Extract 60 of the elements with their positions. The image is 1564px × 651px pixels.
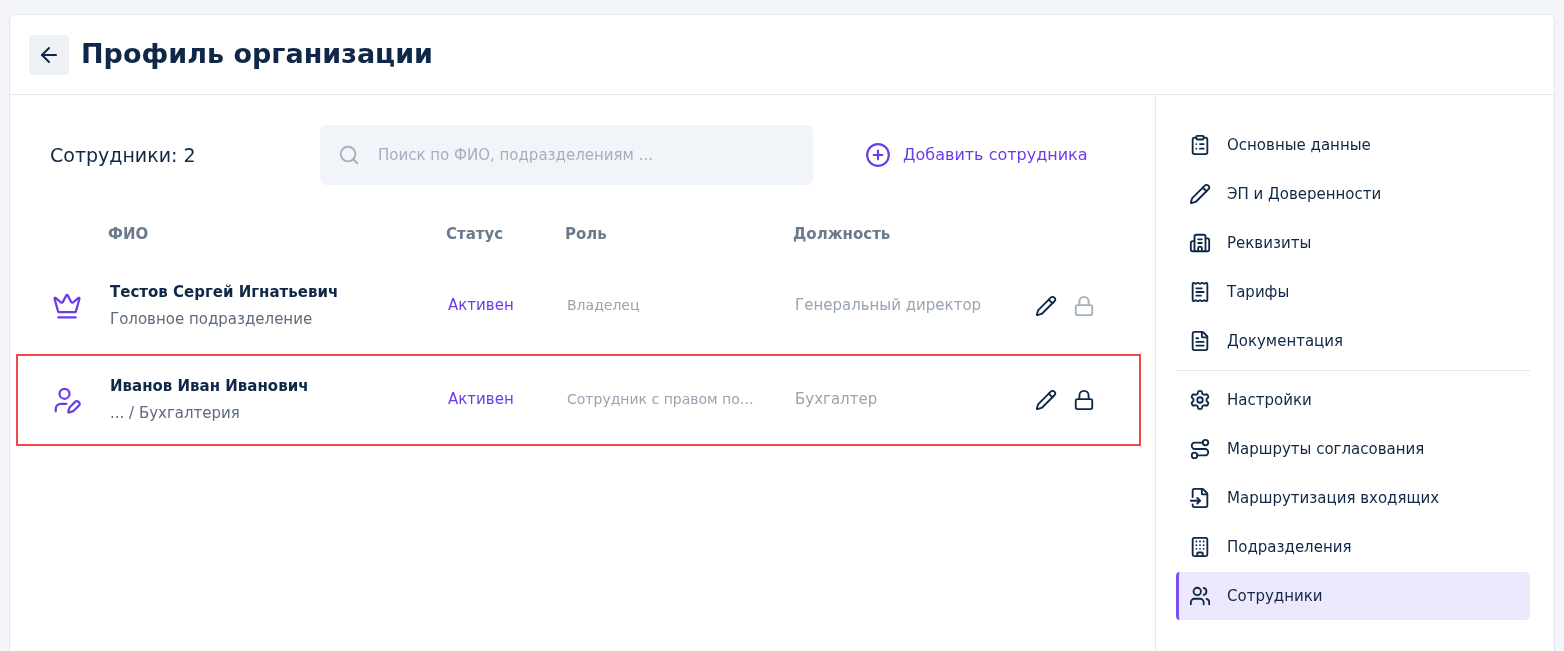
- settings-icon: [1189, 389, 1211, 411]
- document-icon: [1189, 330, 1211, 352]
- plus-circle-icon: [865, 142, 891, 168]
- employee-name: Иванов Иван Иванович: [110, 376, 310, 397]
- receipt-icon: [1189, 281, 1211, 303]
- sidebar-item[interactable]: Сотрудники: [1176, 572, 1530, 620]
- pencil-icon: [1035, 388, 1057, 411]
- table-row[interactable]: Тестов Сергей Игнатьевич Головное подразделение Активен Владелец Генеральный директор: [16, 265, 1141, 346]
- sidebar-item[interactable]: ЭП и Доверенности: [1176, 170, 1530, 218]
- add-employee-button[interactable]: Добавить сотрудника: [865, 142, 1088, 168]
- sidebar-item-label: Настройки: [1227, 390, 1313, 411]
- edit-button[interactable]: [1035, 294, 1057, 317]
- file-import-icon: [1189, 487, 1211, 509]
- pencil-icon: [1189, 183, 1211, 205]
- employee-name: Тестов Сергей Игнатьевич: [110, 282, 340, 303]
- page-title: Профиль организации: [81, 37, 433, 72]
- sidebar-item-label: Тарифы: [1227, 282, 1291, 303]
- lock-button[interactable]: [1073, 388, 1095, 411]
- role-text: Сотрудник с правом по…: [567, 390, 755, 409]
- sidebar-item-label: Основные данные: [1227, 135, 1372, 156]
- sidebar-item-label: Сотрудники: [1227, 586, 1324, 607]
- lock-icon: [1073, 388, 1095, 411]
- sidebar-item-label: Реквизиты: [1227, 233, 1313, 254]
- sidebar-item[interactable]: Основные данные: [1176, 121, 1530, 169]
- position-text: Бухгалтер: [795, 389, 879, 411]
- department-name: Головное подразделение: [110, 308, 314, 330]
- status-text: Активен: [448, 295, 515, 317]
- position-text: Генеральный директор: [795, 295, 983, 317]
- sidebar-item-label: Подразделения: [1227, 537, 1353, 558]
- sidebar-item-label: Маршруты согласования: [1227, 439, 1426, 460]
- column-header: Статус: [446, 224, 505, 245]
- search-field[interactable]: Поиск по ФИО, подразделениям ...: [320, 125, 813, 185]
- office-building-icon: [1189, 536, 1211, 558]
- back-button[interactable]: [29, 34, 69, 75]
- department-name: ... / Бухгалтерия: [110, 402, 241, 424]
- sidebar-item[interactable]: Реквизиты: [1176, 219, 1530, 267]
- pencil-icon: [1035, 294, 1057, 317]
- sidebar-item[interactable]: Тарифы: [1176, 268, 1530, 316]
- sidebar-item-label: Маршрутизация входящих: [1227, 488, 1441, 509]
- column-header: Роль: [565, 224, 608, 245]
- sidebar-item[interactable]: Документация: [1176, 317, 1530, 365]
- status-text: Активен: [448, 389, 515, 411]
- sidebar-item[interactable]: Маршруты согласования: [1176, 425, 1530, 473]
- search-icon: [338, 144, 360, 166]
- column-header: Должность: [793, 224, 892, 245]
- sidebar-item-label: Документация: [1227, 331, 1345, 352]
- highlighted-table-row[interactable]: Иванов Иван Иванович ... / Бухгалтерия Активен Сотрудник с правом по… Бухгалтер: [16, 353, 1141, 446]
- lock-icon: [1073, 294, 1095, 317]
- sidebar-item[interactable]: Подразделения: [1176, 523, 1530, 571]
- sidebar-item-label: ЭП и Доверенности: [1227, 184, 1383, 205]
- sidebar-item[interactable]: Настройки: [1176, 376, 1530, 424]
- column-header: ФИО: [108, 224, 150, 245]
- route-icon: [1189, 438, 1211, 460]
- building-icon: [1189, 232, 1211, 254]
- role-text: Владелец: [567, 296, 641, 315]
- edit-button[interactable]: [1035, 388, 1057, 411]
- sidebar-item[interactable]: Маршрутизация входящих: [1176, 474, 1530, 522]
- clipboard-icon: [1189, 134, 1211, 156]
- employee-count: Сотрудники: 2: [50, 142, 197, 168]
- users-icon: [1189, 585, 1211, 607]
